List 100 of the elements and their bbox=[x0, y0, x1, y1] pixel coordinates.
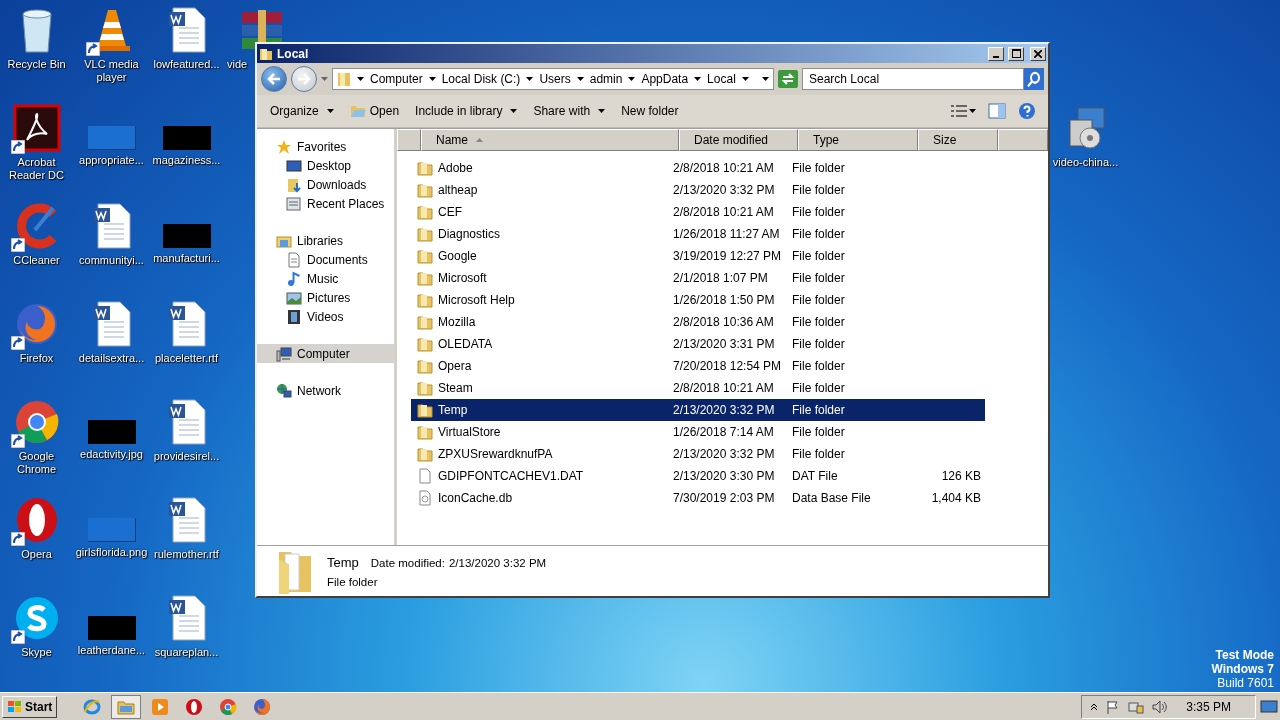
nav-item[interactable]: Documents bbox=[257, 250, 394, 269]
desktop-icon-label[interactable]: Google Chrome bbox=[0, 450, 74, 476]
search-icon[interactable] bbox=[1024, 68, 1044, 90]
breadcrumb-item[interactable]: admin bbox=[589, 72, 636, 86]
show-desktop-icon[interactable] bbox=[1260, 698, 1278, 715]
desktop-icon-label[interactable]: edactivity.jpg bbox=[80, 448, 143, 461]
nav-item[interactable]: Music bbox=[257, 269, 394, 288]
desktop-icon-label[interactable]: lowfeatured... bbox=[153, 58, 220, 71]
desktop-icon-label[interactable]: Opera bbox=[21, 548, 52, 561]
type-cell-text: File folder bbox=[791, 293, 846, 307]
address-bar[interactable]: Computer Local Disk (C:) Users admin AppData Local bbox=[332, 68, 774, 90]
desktop-icon-label[interactable]: manufacturi... bbox=[153, 252, 220, 265]
network-icon[interactable] bbox=[1128, 699, 1145, 714]
desktop-icon-label[interactable]: Acrobat Reader DC bbox=[0, 156, 74, 182]
type-cell-text: File folder bbox=[791, 359, 846, 373]
file-row[interactable]: Steam 2/8/2018 10:21 AM File folder bbox=[411, 377, 985, 399]
column-header[interactable]: Size bbox=[918, 129, 998, 151]
toolbar-button[interactable]: Share with bbox=[526, 101, 613, 121]
file-name: VirtualStore bbox=[438, 425, 501, 439]
taskbar-app-button[interactable] bbox=[111, 694, 142, 719]
file-row[interactable]: Mozilla 2/8/2018 10:36 AM File folder bbox=[411, 311, 985, 333]
desktop-icon-label[interactable]: appropriate... bbox=[79, 154, 144, 167]
column-header[interactable]: Name bbox=[421, 129, 679, 151]
file-row[interactable]: Microsoft Help 1/26/2018 1:50 PM File folder bbox=[411, 289, 985, 311]
search-field[interactable]: Search Local bbox=[802, 68, 1024, 90]
help-icon[interactable] bbox=[1018, 102, 1036, 120]
file-icon bbox=[417, 468, 433, 484]
file-row[interactable]: Diagnostics 1/26/2018 11:27 AM File folder bbox=[411, 223, 985, 245]
type-cell-text: File folder bbox=[791, 271, 846, 285]
breadcrumb-item[interactable]: Computer bbox=[370, 72, 436, 86]
file-row[interactable]: Microsoft 2/1/2018 1:07 PM File folder bbox=[411, 267, 985, 289]
preview-pane-icon[interactable] bbox=[988, 103, 1006, 119]
desktop-icon-label[interactable]: magaziness... bbox=[152, 154, 221, 167]
windows-logo-icon bbox=[7, 699, 23, 714]
file-row[interactable]: CEF 2/8/2018 10:21 AM File folder bbox=[411, 201, 985, 223]
caret-icon bbox=[428, 77, 436, 81]
file-name: Temp bbox=[438, 403, 468, 417]
start-button[interactable]: Start bbox=[2, 695, 58, 718]
clock[interactable]: 3:35 PM bbox=[1186, 699, 1231, 714]
desktop-icon-label[interactable]: leatherdane... bbox=[77, 644, 146, 657]
file-row[interactable]: GDIPFONTCACHEV1.DAT 2/13/2020 3:30 PM DAT File 126 KB bbox=[411, 465, 985, 487]
nav-item[interactable]: Libraries bbox=[257, 231, 394, 250]
desktop-icon-label[interactable]: detailsextra... bbox=[78, 352, 145, 365]
column-header[interactable]: Type bbox=[798, 129, 918, 151]
toolbar-button[interactable]: New folder bbox=[614, 101, 686, 121]
breadcrumb-item[interactable]: Local Disk (C:) bbox=[441, 72, 534, 86]
view-list-icon[interactable] bbox=[951, 104, 967, 118]
flag-icon[interactable] bbox=[1106, 699, 1121, 714]
desktop-icon-label[interactable]: communityi... bbox=[79, 254, 144, 267]
speaker-icon[interactable] bbox=[1152, 699, 1169, 714]
nav-item[interactable]: Pictures bbox=[257, 288, 394, 307]
breadcrumb-item[interactable]: AppData bbox=[641, 72, 702, 86]
chevron-up-icon[interactable] bbox=[1090, 702, 1099, 711]
desktop-icon-label[interactable]: CCleaner bbox=[13, 254, 60, 267]
desktop-icon-label[interactable]: Recycle Bin bbox=[7, 58, 66, 71]
file-row[interactable]: OLEDATA 2/13/2020 3:31 PM File folder bbox=[411, 333, 985, 355]
desktop-icon-label[interactable]: placeletter.rtf bbox=[155, 352, 218, 365]
network-globe-icon bbox=[276, 382, 292, 399]
desktop-icon-label[interactable]: providesirel... bbox=[153, 450, 220, 463]
nav-item[interactable]: Network bbox=[257, 381, 394, 400]
refresh-icon[interactable] bbox=[778, 70, 798, 88]
open-folder-icon bbox=[349, 104, 366, 118]
toolbar-button[interactable]: Open bbox=[342, 101, 407, 121]
desktop-icon-label[interactable]: video-china... bbox=[1052, 156, 1119, 169]
file-row[interactable]: Adobe 2/8/2018 10:21 AM File folder bbox=[411, 157, 985, 179]
desktop-icon-label[interactable]: Firefox bbox=[19, 352, 54, 365]
file-row[interactable]: VirtualStore 1/26/2018 7:14 AM File folder bbox=[411, 421, 985, 443]
caret-icon bbox=[510, 109, 518, 113]
toolbar-button[interactable]: Organize bbox=[263, 101, 341, 121]
desktop-icon-label[interactable]: VLC media player bbox=[74, 58, 149, 84]
back-button[interactable] bbox=[261, 66, 287, 92]
desktop-icon-label[interactable]: girlsflorida.png bbox=[75, 546, 148, 559]
desktop-icon-label[interactable]: Skype bbox=[21, 646, 52, 659]
minimize-button[interactable] bbox=[988, 46, 1004, 61]
desktop-icon-label[interactable]: rulemother.rtf bbox=[154, 548, 219, 561]
file-row[interactable]: Google 3/19/2019 12:27 PM File folder bbox=[411, 245, 985, 267]
type-cell-text: File folder bbox=[791, 425, 846, 439]
desktop-icon-label[interactable]: vide bbox=[227, 58, 248, 71]
column-header[interactable]: Date modified bbox=[679, 129, 798, 151]
maximize-button[interactable] bbox=[1008, 46, 1024, 61]
breadcrumb-item[interactable]: Users bbox=[539, 72, 584, 86]
file-row[interactable]: Temp 2/13/2020 3:32 PM File folder bbox=[411, 399, 985, 421]
forward-button[interactable] bbox=[291, 66, 317, 92]
nav-item[interactable]: Desktop bbox=[257, 156, 394, 175]
desktop-icon-label[interactable]: squareplan... bbox=[154, 646, 219, 659]
breadcrumb-item[interactable]: Local bbox=[707, 72, 749, 86]
file-row[interactable]: altheap 2/13/2020 3:32 PM File folder bbox=[411, 179, 985, 201]
nav-item[interactable]: Favorites bbox=[257, 137, 394, 156]
file-row[interactable]: IconCache.db 7/30/2019 2:03 PM Data Base File 1,404 KB bbox=[411, 487, 985, 509]
file-row[interactable]: ZPXUSrewardknufPA 2/13/2020 3:32 PM File folder bbox=[411, 443, 985, 465]
close-button[interactable] bbox=[1030, 46, 1046, 61]
nav-item[interactable]: Videos bbox=[257, 307, 394, 326]
nav-item[interactable]: Recent Places bbox=[257, 194, 394, 213]
nav-item[interactable]: Computer bbox=[257, 344, 394, 363]
type-cell-text: Data Base File bbox=[791, 491, 872, 505]
file-row[interactable]: Opera 7/20/2018 12:54 PM File folder bbox=[411, 355, 985, 377]
image-thumbnail-icon bbox=[87, 126, 136, 150]
caret-icon bbox=[762, 77, 769, 81]
nav-item[interactable]: Downloads bbox=[257, 175, 394, 194]
toolbar-button[interactable]: Include in library bbox=[408, 101, 525, 121]
